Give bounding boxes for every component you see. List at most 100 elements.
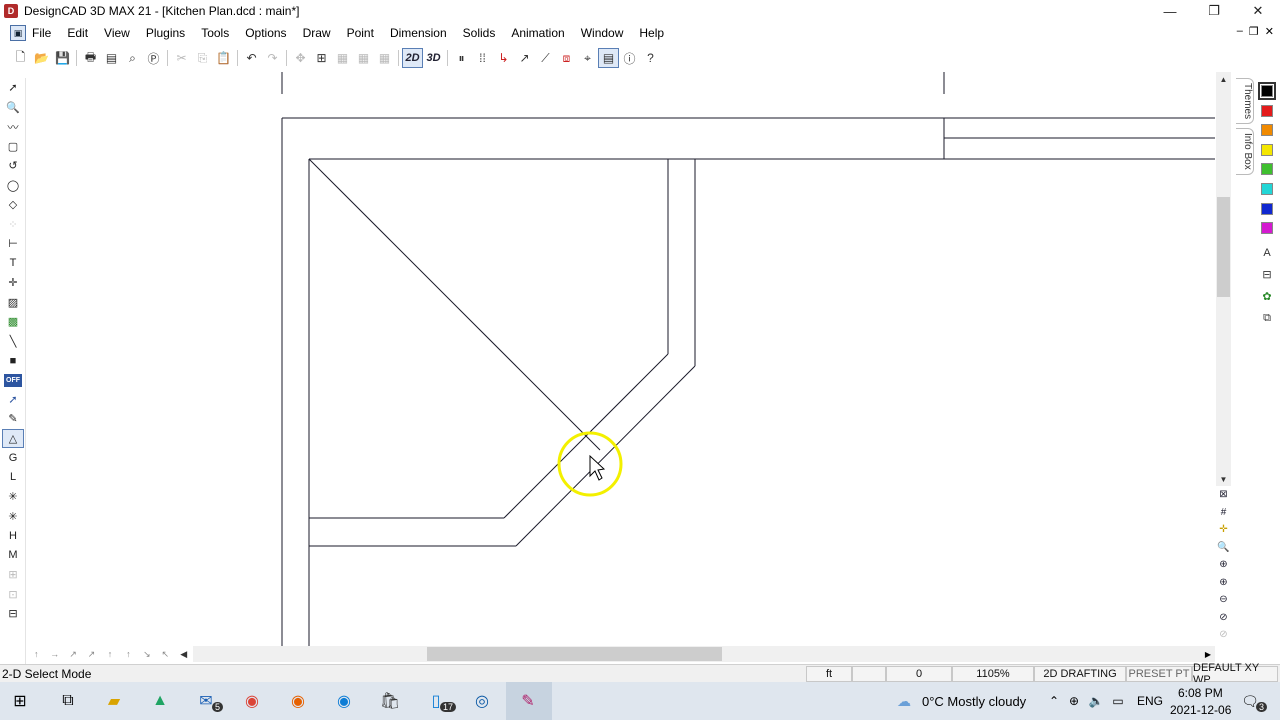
snap-arrow-icon[interactable]: ↳	[493, 48, 514, 68]
designcad-taskbar-icon[interactable]: ✎	[516, 689, 540, 713]
text-tool-icon[interactable]: T	[2, 254, 24, 274]
paste-icon[interactable]: 📋	[213, 48, 234, 68]
minimize-button[interactable]: —	[1148, 0, 1192, 22]
menu-edit[interactable]: Edit	[59, 26, 96, 40]
scroll-down-icon[interactable]: ▼	[1216, 472, 1231, 486]
line-style-icon[interactable]: ⊟	[1259, 264, 1275, 286]
node-select-icon[interactable]: ⌖	[577, 48, 598, 68]
mode-3d-button[interactable]: 3D	[423, 48, 444, 68]
menu-point[interactable]: Point	[339, 26, 382, 40]
font-tool-icon[interactable]: A	[1259, 242, 1275, 264]
snap-m2-icon[interactable]: M	[2, 546, 24, 566]
color-swatch-orange[interactable]	[1261, 124, 1273, 137]
menu-file[interactable]: File	[26, 26, 59, 40]
color-swatch-magenta[interactable]	[1261, 222, 1273, 235]
menu-dimension[interactable]: Dimension	[382, 26, 455, 40]
file-explorer-icon[interactable]: ▰	[102, 689, 126, 713]
cross-tool-icon[interactable]: ✛	[2, 273, 24, 293]
hatch-tool-icon[interactable]: ▩	[2, 312, 24, 332]
menu-draw[interactable]: Draw	[295, 26, 339, 40]
clock-date[interactable]: 2021-12-06	[1170, 703, 1231, 717]
handles-icon[interactable]: ⧈	[556, 48, 577, 68]
nav-up-icon[interactable]: ↑	[27, 647, 45, 662]
magic-wand-icon[interactable]: ✎	[2, 409, 24, 429]
snap-box-icon[interactable]: ⊡	[2, 585, 24, 605]
battery-icon[interactable]: ▭	[1106, 689, 1130, 713]
close-button[interactable]: ✕	[1236, 0, 1280, 22]
snap-l-icon[interactable]: L	[2, 468, 24, 488]
firefox-icon[interactable]: ◉	[286, 689, 310, 713]
layer-2-icon[interactable]: ▦	[353, 48, 374, 68]
redo-icon[interactable]: ↷	[262, 48, 283, 68]
menu-animation[interactable]: Animation	[503, 26, 572, 40]
menu-solids[interactable]: Solids	[455, 26, 504, 40]
snap-grid-icon[interactable]: ⊞	[2, 565, 24, 585]
scroll-up-icon[interactable]: ▲	[1216, 72, 1231, 86]
triangle-snap-icon[interactable]: △	[2, 428, 24, 448]
print-preview-icon[interactable]: ▤	[101, 48, 122, 68]
group-icon[interactable]: ⊞	[311, 48, 332, 68]
cut-icon[interactable]: ✂	[171, 48, 192, 68]
snap-intersect-2-icon[interactable]: ✳	[2, 507, 24, 527]
media-app-icon[interactable]: ◎	[470, 689, 494, 713]
snap-intersect-1-icon[interactable]: ✳	[2, 487, 24, 507]
box-tool-icon[interactable]: ▢	[2, 137, 24, 157]
language-indicator[interactable]: ENG	[1137, 694, 1163, 708]
doc-minimize-button[interactable]: –	[1237, 25, 1243, 38]
print-zoom-icon[interactable]: ⌕	[122, 48, 143, 68]
zoom-tool-icon[interactable]: 🔍	[2, 98, 24, 118]
curve-tool-icon[interactable]: ↺	[2, 156, 24, 176]
grid-toggle-icon[interactable]: #	[1216, 504, 1231, 522]
zoom-extents-icon[interactable]: ⊠	[1216, 486, 1231, 504]
move-icon[interactable]: ✥	[290, 48, 311, 68]
polyline-tool-icon[interactable]: 〰	[2, 117, 24, 137]
menu-plugins[interactable]: Plugins	[138, 26, 193, 40]
info-icon[interactable]: ⓘ	[619, 48, 640, 68]
pointer-snap-icon[interactable]: ➚	[2, 390, 24, 410]
vertical-scrollbar[interactable]: ▲ ▼	[1216, 72, 1231, 486]
color-swatch-cyan[interactable]	[1261, 182, 1273, 195]
info-panel-icon[interactable]: ▤	[598, 48, 619, 68]
doc-close-button[interactable]: ✕	[1265, 25, 1274, 38]
scroll-left-icon[interactable]: ◀	[175, 647, 193, 662]
new-file-icon[interactable]: 🗋	[10, 48, 31, 68]
tab-info-box[interactable]: Info Box	[1236, 128, 1254, 175]
doc-restore-button[interactable]: ❐	[1249, 25, 1259, 38]
properties-icon[interactable]: Ⓟ	[143, 48, 164, 68]
edge-icon[interactable]: ◉	[332, 689, 356, 713]
zoom-all-icon[interactable]: ⊕	[1216, 556, 1231, 574]
chrome-icon[interactable]: ◉	[240, 689, 264, 713]
pause-icon[interactable]: ⏸	[451, 48, 472, 68]
drawing-canvas[interactable]	[27, 72, 1215, 646]
copy-icon[interactable]: ⎘	[192, 48, 213, 68]
status-drafting-mode[interactable]: 2D DRAFTING	[1034, 666, 1126, 682]
line-angle-icon[interactable]: ↗	[514, 48, 535, 68]
dimension-tool-icon[interactable]: ⊢	[2, 234, 24, 254]
grid-points-icon[interactable]: ⁞⁞	[472, 48, 493, 68]
help-pointer-icon[interactable]: ?	[640, 48, 661, 68]
zoom-window-icon[interactable]: 🔍	[1216, 539, 1231, 557]
horizontal-scrollbar[interactable]: ▶	[193, 646, 1215, 662]
color-swatch-black[interactable]	[1258, 82, 1276, 100]
menu-view[interactable]: View	[96, 26, 138, 40]
volume-icon[interactable]: 🔈	[1084, 689, 1108, 713]
solid-fill-icon[interactable]: ■	[2, 351, 24, 371]
color-swatch-blue[interactable]	[1261, 202, 1273, 215]
document-icon[interactable]: ▣	[10, 25, 26, 41]
google-drive-icon[interactable]: ▲	[148, 689, 172, 713]
array-tool-icon[interactable]: ⁘	[2, 215, 24, 235]
select-arrow-icon[interactable]: ➚	[2, 78, 24, 98]
zoom-out-icon[interactable]: ⊖	[1216, 591, 1231, 609]
snap-h-icon[interactable]: H	[2, 526, 24, 546]
snap-more-icon[interactable]: ⊟	[2, 604, 24, 624]
ortho-icon[interactable]: ⟋	[535, 48, 556, 68]
menu-options[interactable]: Options	[237, 26, 294, 40]
nav-up-2-icon[interactable]: ↑	[101, 647, 119, 662]
nav-right-icon[interactable]: →	[45, 647, 63, 662]
scroll-right-icon[interactable]: ▶	[1201, 646, 1215, 662]
windows-start-icon[interactable]: ⊞	[8, 689, 32, 713]
circle-tool-icon[interactable]: ◯	[2, 176, 24, 196]
vertical-scroll-thumb[interactable]	[1217, 197, 1230, 297]
zoom-in-icon[interactable]: ⊕	[1216, 574, 1231, 592]
horizontal-scroll-thumb[interactable]	[427, 647, 722, 661]
